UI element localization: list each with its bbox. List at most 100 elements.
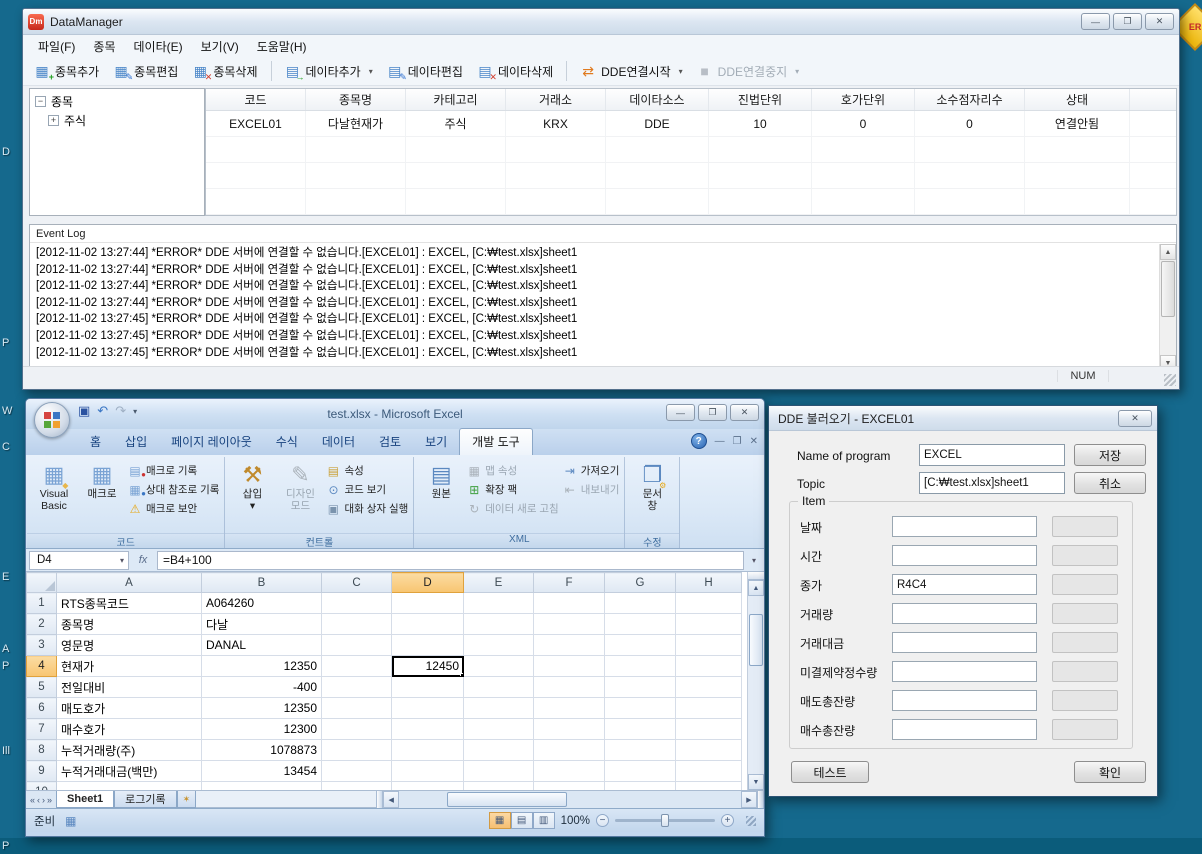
cell-F1[interactable]	[534, 593, 605, 614]
cell-D6[interactable]	[392, 698, 464, 719]
cell-B2[interactable]: 다날	[202, 614, 322, 635]
view-code-button[interactable]: ⊙코드 보기	[326, 482, 408, 497]
cell-C4[interactable]	[322, 656, 392, 677]
scrollbar-thumb[interactable]	[749, 614, 763, 666]
sheet-nav-icon[interactable]: »	[47, 795, 52, 805]
cell-H10[interactable]	[676, 782, 742, 791]
visual-basic-button[interactable]: ▦◆VisualBasic	[32, 460, 76, 514]
row-header-8[interactable]: 8	[27, 740, 57, 761]
tab-ribbon[interactable]: 데이터	[310, 429, 367, 455]
minimize-button[interactable]: —	[1081, 13, 1110, 30]
column-header[interactable]: 카테고리	[406, 89, 506, 110]
record-macro-button[interactable]: ▤●매크로 기록	[128, 463, 219, 478]
delete-symbol-button[interactable]: ▦✕종목삭제	[185, 60, 264, 83]
cell-C3[interactable]	[322, 635, 392, 656]
cell-H1[interactable]	[676, 593, 742, 614]
item-input-거래량[interactable]	[892, 603, 1037, 624]
table-row[interactable]: EXCEL01다날현재가주식KRXDDE1000연결안됨	[206, 111, 1176, 137]
cell-D1[interactable]	[392, 593, 464, 614]
cancel-button[interactable]: 취소	[1074, 472, 1146, 494]
fill-handle[interactable]	[460, 673, 464, 677]
split-handle[interactable]	[757, 791, 764, 808]
sheet-nav-icon[interactable]: ›	[42, 795, 45, 805]
design-mode-button[interactable]: ✎디자인모드	[278, 460, 322, 514]
item-input-날짜[interactable]	[892, 516, 1037, 537]
macro-security-button[interactable]: ⚠매크로 보안	[128, 501, 219, 516]
qat-customize-icon[interactable]: ▾	[133, 407, 137, 416]
cell-C10[interactable]	[322, 782, 392, 791]
column-header-B[interactable]: B	[202, 573, 322, 593]
cell-D8[interactable]	[392, 740, 464, 761]
cell-E6[interactable]	[464, 698, 534, 719]
scrollbar-thumb[interactable]	[447, 792, 567, 807]
row-header-2[interactable]: 2	[27, 614, 57, 635]
cell-G3[interactable]	[605, 635, 676, 656]
minimize-button[interactable]: —	[666, 404, 695, 421]
fx-icon[interactable]: fx	[132, 554, 154, 566]
save-button[interactable]: 저장	[1074, 444, 1146, 466]
insert-control-button[interactable]: ⚒삽입▾	[230, 460, 274, 514]
scroll-right-icon[interactable]: ▶	[741, 791, 757, 808]
horizontal-scrollbar[interactable]: ◀ ▶	[383, 791, 764, 808]
sheet-tab-Sheet1[interactable]: Sheet1	[56, 791, 114, 808]
formula-bar-expand-icon[interactable]: ▾	[747, 556, 761, 565]
scrollbar-thumb[interactable]	[1161, 261, 1175, 317]
cell-G7[interactable]	[605, 719, 676, 740]
zoom-out-button[interactable]: −	[596, 814, 609, 827]
add-symbol-button[interactable]: ▦+종목추가	[27, 60, 106, 83]
sheet-tab-로그기록[interactable]: 로그기록	[114, 791, 176, 808]
tab-ribbon[interactable]: 페이지 레이아웃	[159, 429, 264, 455]
cell-F8[interactable]	[534, 740, 605, 761]
close-button[interactable]: ✕	[1145, 13, 1174, 30]
cell-B1[interactable]: A064260	[202, 593, 322, 614]
resize-grip[interactable]	[746, 816, 756, 826]
item-input-매도총잔량[interactable]	[892, 690, 1037, 711]
cell-F9[interactable]	[534, 761, 605, 782]
vertical-scrollbar[interactable]: ▲ ▼	[747, 572, 764, 790]
cell-F2[interactable]	[534, 614, 605, 635]
add-data-button[interactable]: ▤→데이타추가▾	[278, 60, 380, 83]
cell-F7[interactable]	[534, 719, 605, 740]
cell-A8[interactable]: 누적거래량(주)	[57, 740, 202, 761]
cell-G6[interactable]	[605, 698, 676, 719]
cell-D9[interactable]	[392, 761, 464, 782]
cell-E10[interactable]	[464, 782, 534, 791]
run-dialog-button[interactable]: ▣대화 상자 실행	[326, 501, 408, 516]
menu-item[interactable]: 데이타(E)	[125, 35, 192, 58]
cell-E9[interactable]	[464, 761, 534, 782]
cell-B6[interactable]: 12350	[202, 698, 322, 719]
view-button[interactable]: ▤	[511, 812, 533, 829]
item-input-시간[interactable]	[892, 545, 1037, 566]
tab-ribbon[interactable]: 검토	[367, 429, 413, 455]
column-header[interactable]: 상태	[1025, 89, 1130, 110]
restore-button[interactable]: ❐	[733, 436, 742, 447]
restore-button[interactable]: ❐	[1113, 13, 1142, 30]
cell-D10[interactable]	[392, 782, 464, 791]
cell-E8[interactable]	[464, 740, 534, 761]
tree-node-stock[interactable]: + 주식	[32, 111, 202, 130]
restore-button[interactable]: ❐	[698, 404, 727, 421]
tab-split-handle[interactable]	[376, 791, 383, 808]
row-header-1[interactable]: 1	[27, 593, 57, 614]
document-panel-button[interactable]: ❐⚙문서창	[630, 460, 674, 514]
cell-G1[interactable]	[605, 593, 676, 614]
cell-C5[interactable]	[322, 677, 392, 698]
column-header[interactable]: 코드	[206, 89, 306, 110]
scroll-left-icon[interactable]: ◀	[383, 791, 399, 808]
cell-C6[interactable]	[322, 698, 392, 719]
properties-button[interactable]: ▤속성	[326, 463, 408, 478]
cell-A5[interactable]: 전일대비	[57, 677, 202, 698]
ok-button[interactable]: 확인	[1074, 761, 1146, 783]
column-header[interactable]: 데이타소스	[606, 89, 709, 110]
cell-B4[interactable]: 12350	[202, 656, 322, 677]
expansion-packs-button[interactable]: ⊞확장 팩	[467, 482, 558, 497]
name-box[interactable]: D4 ▾	[29, 551, 129, 570]
item-input-종가[interactable]	[892, 574, 1037, 595]
column-header[interactable]: 소수점자리수	[915, 89, 1025, 110]
menu-item[interactable]: 보기(V)	[192, 35, 248, 58]
redo-icon[interactable]: ↷	[115, 403, 126, 419]
scroll-down-icon[interactable]: ▼	[748, 774, 764, 790]
view-button[interactable]: ▦	[489, 812, 511, 829]
cell-H4[interactable]	[676, 656, 742, 677]
cell-C7[interactable]	[322, 719, 392, 740]
